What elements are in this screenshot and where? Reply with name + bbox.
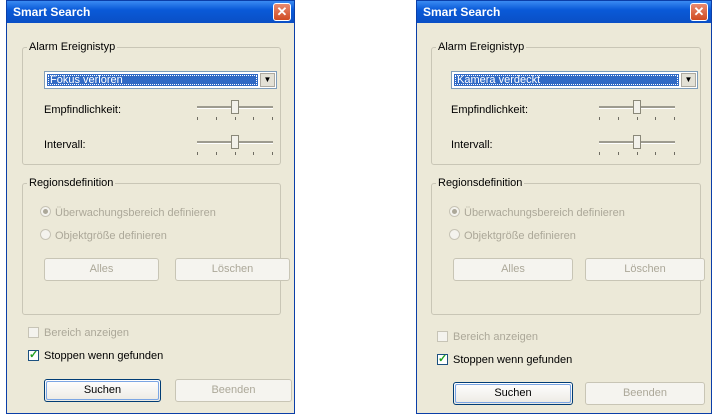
title-bar[interactable]: Smart Search ✕ (417, 1, 711, 23)
interval-slider-thumb[interactable] (633, 135, 641, 149)
radio-button-selected[interactable] (449, 206, 460, 217)
checkbox-icon[interactable] (28, 327, 39, 338)
delete-button[interactable]: Löschen (175, 258, 290, 281)
interval-label: Intervall: (451, 139, 493, 151)
title-bar[interactable]: Smart Search ✕ (7, 1, 294, 23)
radio-monitor-area-label: Überwachungsbereich definieren (464, 207, 625, 219)
stop-when-found-label: Stoppen wenn gefunden (453, 354, 573, 366)
region-definition-group: Regionsdefinition (431, 177, 701, 315)
stop-when-found-label: Stoppen wenn gefunden (44, 350, 164, 362)
radio-monitor-area[interactable]: Überwachungsbereich definieren (40, 206, 216, 219)
alarm-type-value: Fokus verloren (47, 74, 258, 86)
radio-object-size-label: Objektgröße definieren (55, 230, 167, 242)
sensitivity-slider-thumb[interactable] (633, 100, 641, 114)
interval-slider[interactable] (193, 132, 277, 158)
radio-object-size[interactable]: Objektgröße definieren (449, 229, 576, 242)
radio-monitor-area-label: Überwachungsbereich definieren (55, 207, 216, 219)
show-area-label: Bereich anzeigen (453, 331, 539, 343)
radio-object-size-label: Objektgröße definieren (464, 230, 576, 242)
show-area-label: Bereich anzeigen (44, 327, 130, 339)
interval-label: Intervall: (44, 139, 86, 151)
all-button[interactable]: Alles (453, 258, 573, 281)
radio-monitor-area[interactable]: Überwachungsbereich definieren (449, 206, 625, 219)
dialog-title: Smart Search (423, 5, 501, 19)
radio-button-selected[interactable] (40, 206, 51, 217)
alarm-type-select[interactable]: Fokus verloren ▼ (44, 71, 277, 89)
alarm-type-value: Kamera verdeckt (454, 74, 679, 86)
alarm-event-group-label: Alarm Ereignistyp (438, 41, 525, 53)
sensitivity-slider[interactable] (595, 97, 679, 123)
finish-button[interactable]: Beenden (175, 379, 292, 402)
search-button[interactable]: Suchen (453, 382, 573, 405)
region-definition-group-label: Regionsdefinition (29, 177, 114, 189)
smart-search-dialog-left: Smart Search ✕ Alarm Ereignistyp Fokus v… (6, 0, 295, 414)
stop-when-found-checkbox[interactable]: Stoppen wenn gefunden (28, 348, 164, 362)
stop-when-found-checkbox[interactable]: Stoppen wenn gefunden (437, 352, 573, 366)
radio-button[interactable] (449, 229, 460, 240)
finish-button[interactable]: Beenden (585, 382, 705, 405)
chevron-down-icon[interactable]: ▼ (260, 73, 275, 87)
interval-slider[interactable] (595, 132, 679, 158)
radio-object-size[interactable]: Objektgröße definieren (40, 229, 167, 242)
close-icon[interactable]: ✕ (273, 3, 291, 21)
sensitivity-label: Empfindlichkeit: (44, 104, 122, 116)
sensitivity-label: Empfindlichkeit: (451, 104, 529, 116)
alarm-event-group-label: Alarm Ereignistyp (29, 41, 116, 53)
delete-button[interactable]: Löschen (585, 258, 705, 281)
sensitivity-slider-thumb[interactable] (231, 100, 239, 114)
region-definition-group: Regionsdefinition (22, 177, 281, 315)
sensitivity-slider[interactable] (193, 97, 277, 123)
checkmark-icon[interactable] (437, 352, 448, 365)
smart-search-dialog-right: Smart Search ✕ Alarm Ereignistyp Kamera … (416, 0, 712, 414)
close-icon[interactable]: ✕ (690, 3, 708, 21)
radio-button[interactable] (40, 229, 51, 240)
checkmark-icon[interactable] (28, 348, 39, 361)
checkbox-icon[interactable] (437, 331, 448, 342)
search-button[interactable]: Suchen (44, 379, 161, 402)
alarm-type-select[interactable]: Kamera verdeckt ▼ (451, 71, 698, 89)
chevron-down-icon[interactable]: ▼ (681, 73, 696, 87)
dialog-title: Smart Search (13, 5, 91, 19)
all-button[interactable]: Alles (44, 258, 159, 281)
region-definition-group-label: Regionsdefinition (438, 177, 523, 189)
show-area-checkbox[interactable]: Bereich anzeigen (437, 331, 538, 343)
interval-slider-thumb[interactable] (231, 135, 239, 149)
show-area-checkbox[interactable]: Bereich anzeigen (28, 327, 129, 339)
